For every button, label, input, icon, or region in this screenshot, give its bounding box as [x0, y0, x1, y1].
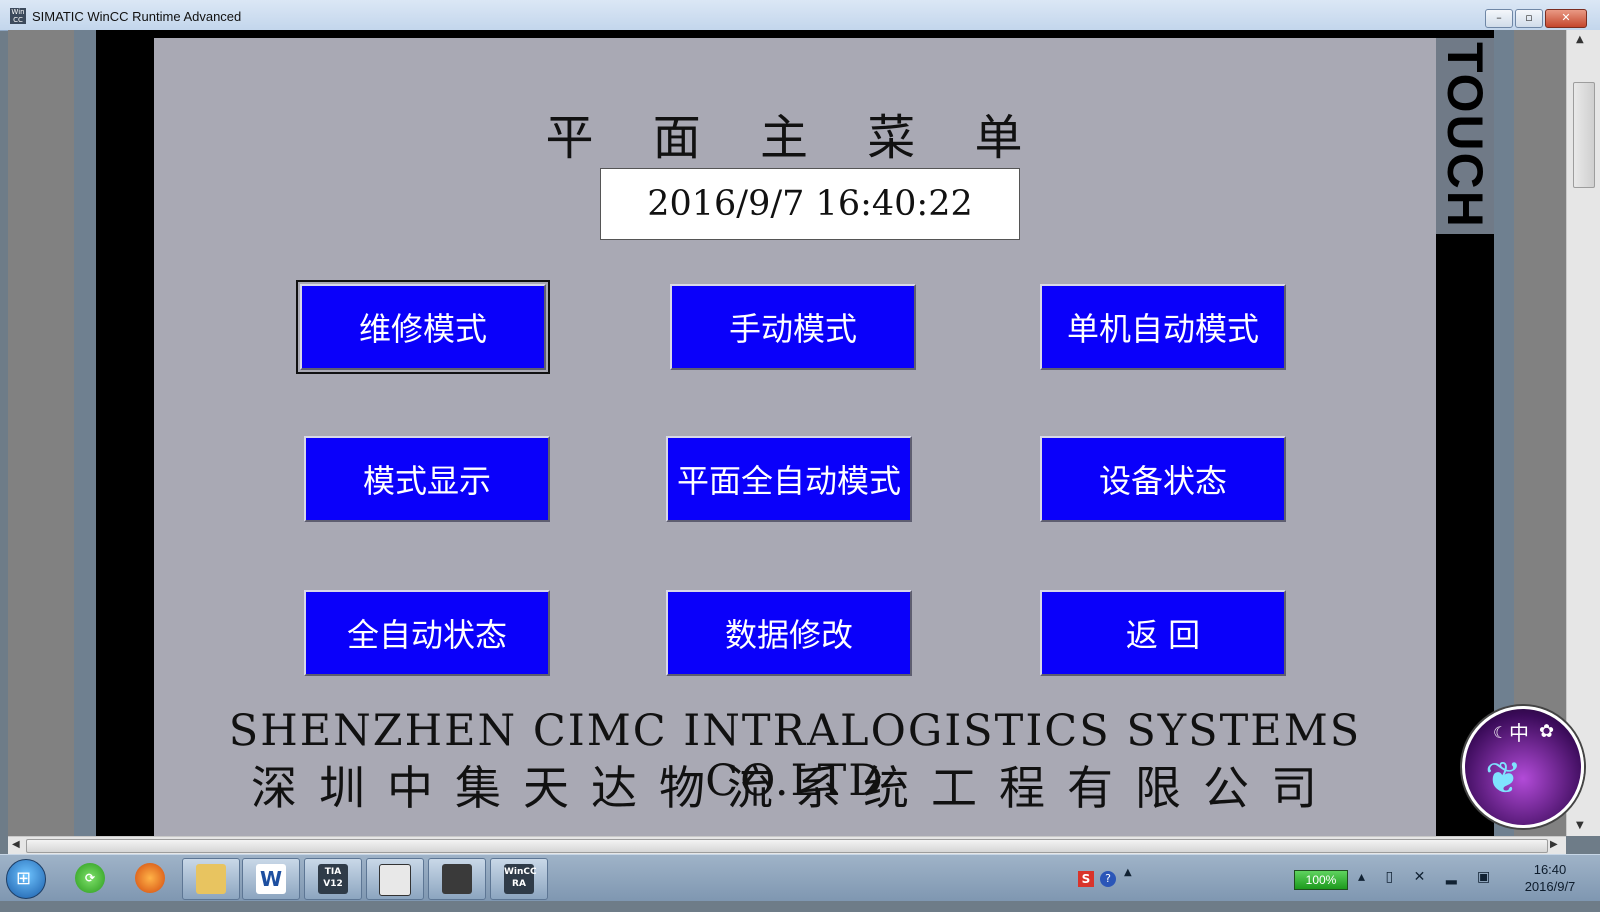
sogou-ime-icon[interactable]: S	[1078, 871, 1094, 887]
clock-time: 16:40	[1533, 862, 1567, 877]
window-title-bar: Win CC SIMATIC WinCC Runtime Advanced – ▫…	[0, 0, 1600, 31]
back-button[interactable]: 返 回	[1040, 590, 1286, 676]
tray-chevron-icon[interactable]: ▲	[1124, 867, 1132, 878]
tia-icon: TIA V12	[318, 864, 348, 894]
minimize-button[interactable]: –	[1485, 9, 1513, 28]
moon-icon: ☾	[1493, 723, 1508, 742]
word-icon: W	[256, 864, 286, 894]
scroll-up-arrow-icon[interactable]: ▲	[1576, 34, 1584, 45]
taskbar-clock[interactable]: 16:40 2016/9/7	[1512, 861, 1588, 895]
datetime-display: 2016/9/7 16:40:22	[600, 168, 1020, 240]
full-auto-status-button[interactable]: 全自动状态	[304, 590, 550, 676]
close-button[interactable]: ✕	[1545, 9, 1587, 28]
green-refresh-icon: ⟳	[75, 863, 105, 893]
mode-display-button[interactable]: 模式显示	[304, 436, 550, 522]
scroll-right-arrow-icon[interactable]: ▶	[1550, 839, 1558, 850]
touch-label: TOUCH	[1437, 42, 1493, 229]
start-button[interactable]: ⊞	[6, 859, 46, 899]
horizontal-scroll-thumb[interactable]	[26, 839, 1548, 853]
page-title: 平 面 主 菜 单	[545, 110, 1045, 166]
vertical-scrollbar[interactable]: ▲ ▼	[1566, 30, 1600, 836]
device-status-button[interactable]: 设备状态	[1040, 436, 1286, 522]
taskbar-explorer[interactable]	[182, 858, 240, 900]
taskbar-firefox[interactable]	[122, 858, 178, 898]
scroll-down-arrow-icon[interactable]: ▼	[1576, 820, 1584, 831]
help-icon[interactable]: ?	[1100, 871, 1116, 887]
left-bezel	[74, 30, 96, 836]
tool-icon	[379, 864, 411, 896]
windows-flag-icon: ⊞	[16, 868, 32, 889]
wincc-app-icon: Win CC	[10, 8, 26, 24]
gear-icon[interactable]: ✿	[1539, 721, 1554, 742]
scroll-left-arrow-icon[interactable]: ◀	[12, 839, 20, 850]
left-margin	[8, 30, 74, 836]
horizontal-scrollbar[interactable]: ◀ ▶	[8, 836, 1566, 855]
vertical-scroll-thumb[interactable]	[1573, 82, 1595, 188]
window-title: SIMATIC WinCC Runtime Advanced	[32, 9, 242, 24]
single-auto-mode-button[interactable]: 单机自动模式	[1040, 284, 1286, 370]
manual-mode-button[interactable]: 手动模式	[670, 284, 916, 370]
taskbar-word[interactable]: W	[242, 858, 300, 900]
folder-icon	[196, 864, 226, 894]
maintenance-mode-button[interactable]: 维修模式	[296, 280, 550, 374]
taskbar-simulator[interactable]	[428, 858, 486, 900]
clock-date: 2016/9/7	[1524, 879, 1576, 894]
taskbar-refresh-app[interactable]: ⟳	[62, 858, 118, 898]
taskbar-tool[interactable]	[366, 858, 424, 900]
maximize-button[interactable]: ▫	[1515, 9, 1543, 28]
full-auto-mode-button[interactable]: 平面全自动模式	[666, 436, 912, 522]
taskbar: ⊞ ⟳ W TIA V12 WinCC RA S ? ▲ 100% ▴ ▯ ✕ …	[0, 854, 1600, 901]
ime-floating-widget[interactable]: ☾ 中 ✿ ❦	[1462, 706, 1584, 828]
system-tray-icons[interactable]: ▴ ▯ ✕ ▂ ▣	[1358, 869, 1498, 885]
wincc-icon: WinCC RA	[504, 864, 537, 894]
taskbar-wincc-ra[interactable]: WinCC RA	[490, 858, 548, 900]
butterfly-icon: ❦	[1485, 753, 1522, 804]
plc-icon	[442, 864, 472, 894]
company-name-chinese: 深圳中集天达物流系统工程有限公司	[251, 761, 1339, 815]
taskbar-tia-portal[interactable]: TIA V12	[304, 858, 362, 900]
top-panel-border	[96, 30, 1496, 38]
battery-indicator[interactable]: 100%	[1294, 870, 1348, 890]
left-panel-border	[96, 30, 154, 836]
ime-mode-indicator: 中	[1509, 721, 1529, 745]
data-edit-button[interactable]: 数据修改	[666, 590, 912, 676]
firefox-icon	[135, 863, 165, 893]
